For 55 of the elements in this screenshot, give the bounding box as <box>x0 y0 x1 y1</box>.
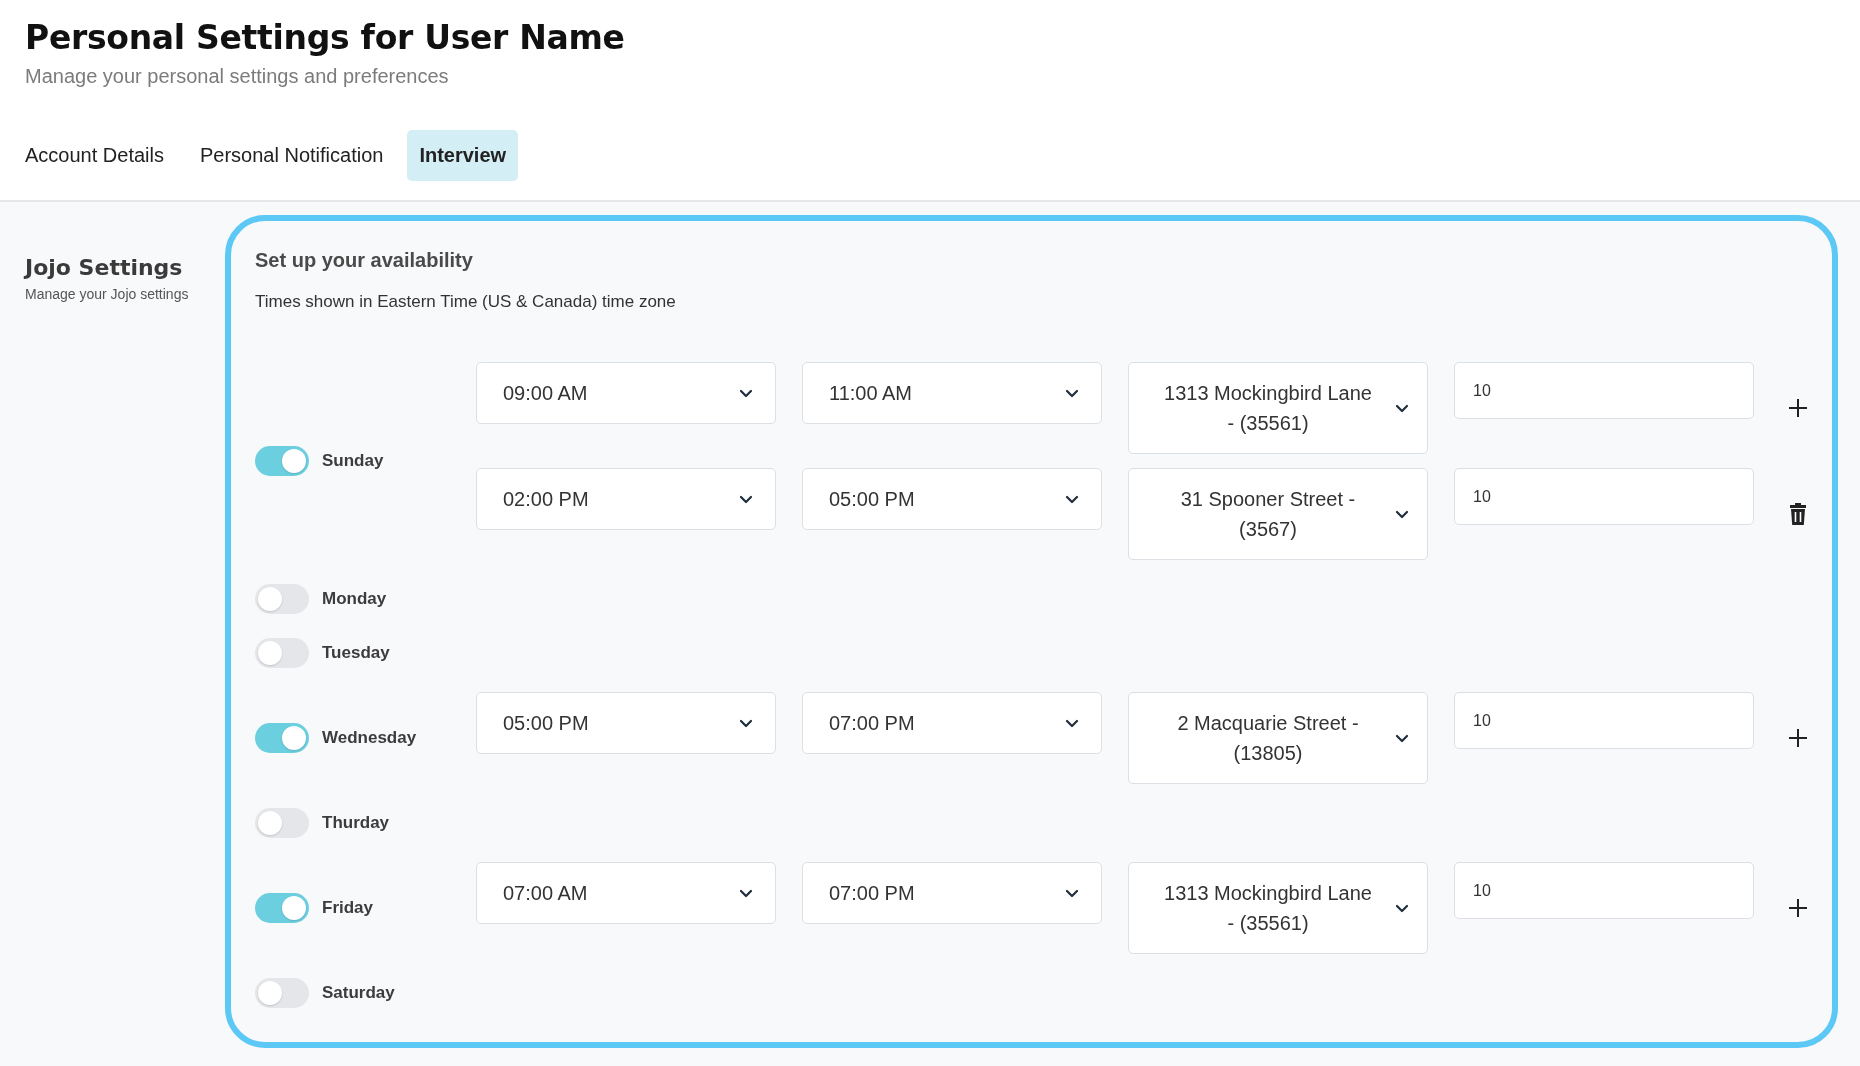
end-time-select[interactable]: 07:00 PM <box>802 692 1102 754</box>
toggle-switch[interactable] <box>255 808 309 838</box>
day-label: Wednesday <box>322 728 417 748</box>
chevron-down-icon <box>739 494 753 504</box>
plus-icon[interactable] <box>1788 898 1808 918</box>
day-label: Sunday <box>322 451 384 471</box>
section-subtitle: Manage your Jojo settings <box>25 286 190 302</box>
start-time-select[interactable]: 05:00 PM <box>476 692 776 754</box>
location-select[interactable]: 2 Macquarie Street - (13805) <box>1128 692 1428 784</box>
section-title: Jojo Settings <box>25 255 184 280</box>
time-zone-note: Times shown in Eastern Time (US & Canada) time zone <box>255 292 677 312</box>
chevron-down-icon <box>739 888 753 898</box>
chevron-down-icon <box>1065 888 1079 898</box>
page-subtitle: Manage your personal settings and preferences <box>25 65 450 88</box>
tab[interactable]: Account Details <box>13 130 176 181</box>
day-label: Saturday <box>322 983 395 1003</box>
number-input[interactable]: 10 <box>1454 362 1754 419</box>
toggle-switch[interactable] <box>255 978 309 1008</box>
chevron-down-icon <box>739 718 753 728</box>
toggle-switch[interactable] <box>255 446 309 476</box>
tab[interactable]: Personal Notification <box>187 130 396 181</box>
plus-icon[interactable] <box>1788 728 1808 748</box>
toggle-switch[interactable] <box>255 893 309 923</box>
chevron-down-icon <box>1395 403 1409 413</box>
trash-icon[interactable] <box>1789 502 1807 526</box>
day-label: Tuesday <box>322 643 390 663</box>
day-label: Thurday <box>322 813 390 833</box>
end-time-select[interactable]: 05:00 PM <box>802 468 1102 530</box>
location-select[interactable]: 1313 Mockingbird Lane - (35561) <box>1128 862 1428 954</box>
tab[interactable]: Interview <box>407 130 519 181</box>
toggle-switch[interactable] <box>255 723 309 753</box>
start-time-select[interactable]: 07:00 AM <box>476 862 776 924</box>
location-select[interactable]: 1313 Mockingbird Lane - (35561) <box>1128 362 1428 454</box>
day-label: Monday <box>322 589 387 609</box>
page-title: Personal Settings for User Name <box>25 18 626 57</box>
toggle-switch[interactable] <box>255 584 309 614</box>
location-select[interactable]: 31 Spooner Street - (3567) <box>1128 468 1428 560</box>
chevron-down-icon <box>1065 388 1079 398</box>
chevron-down-icon <box>1395 509 1409 519</box>
number-input[interactable]: 10 <box>1454 468 1754 525</box>
day-label: Friday <box>322 898 374 918</box>
chevron-down-icon <box>1065 718 1079 728</box>
end-time-select[interactable]: 07:00 PM <box>802 862 1102 924</box>
chevron-down-icon <box>1395 903 1409 913</box>
plus-icon[interactable] <box>1788 398 1808 418</box>
start-time-select[interactable]: 09:00 AM <box>476 362 776 424</box>
start-time-select[interactable]: 02:00 PM <box>476 468 776 530</box>
chevron-down-icon <box>739 388 753 398</box>
panel-title: Set up your availability <box>255 249 474 272</box>
chevron-down-icon <box>1395 733 1409 743</box>
chevron-down-icon <box>1065 494 1079 504</box>
toggle-switch[interactable] <box>255 638 309 668</box>
number-input[interactable]: 10 <box>1454 862 1754 919</box>
end-time-select[interactable]: 11:00 AM <box>802 362 1102 424</box>
number-input[interactable]: 10 <box>1454 692 1754 749</box>
